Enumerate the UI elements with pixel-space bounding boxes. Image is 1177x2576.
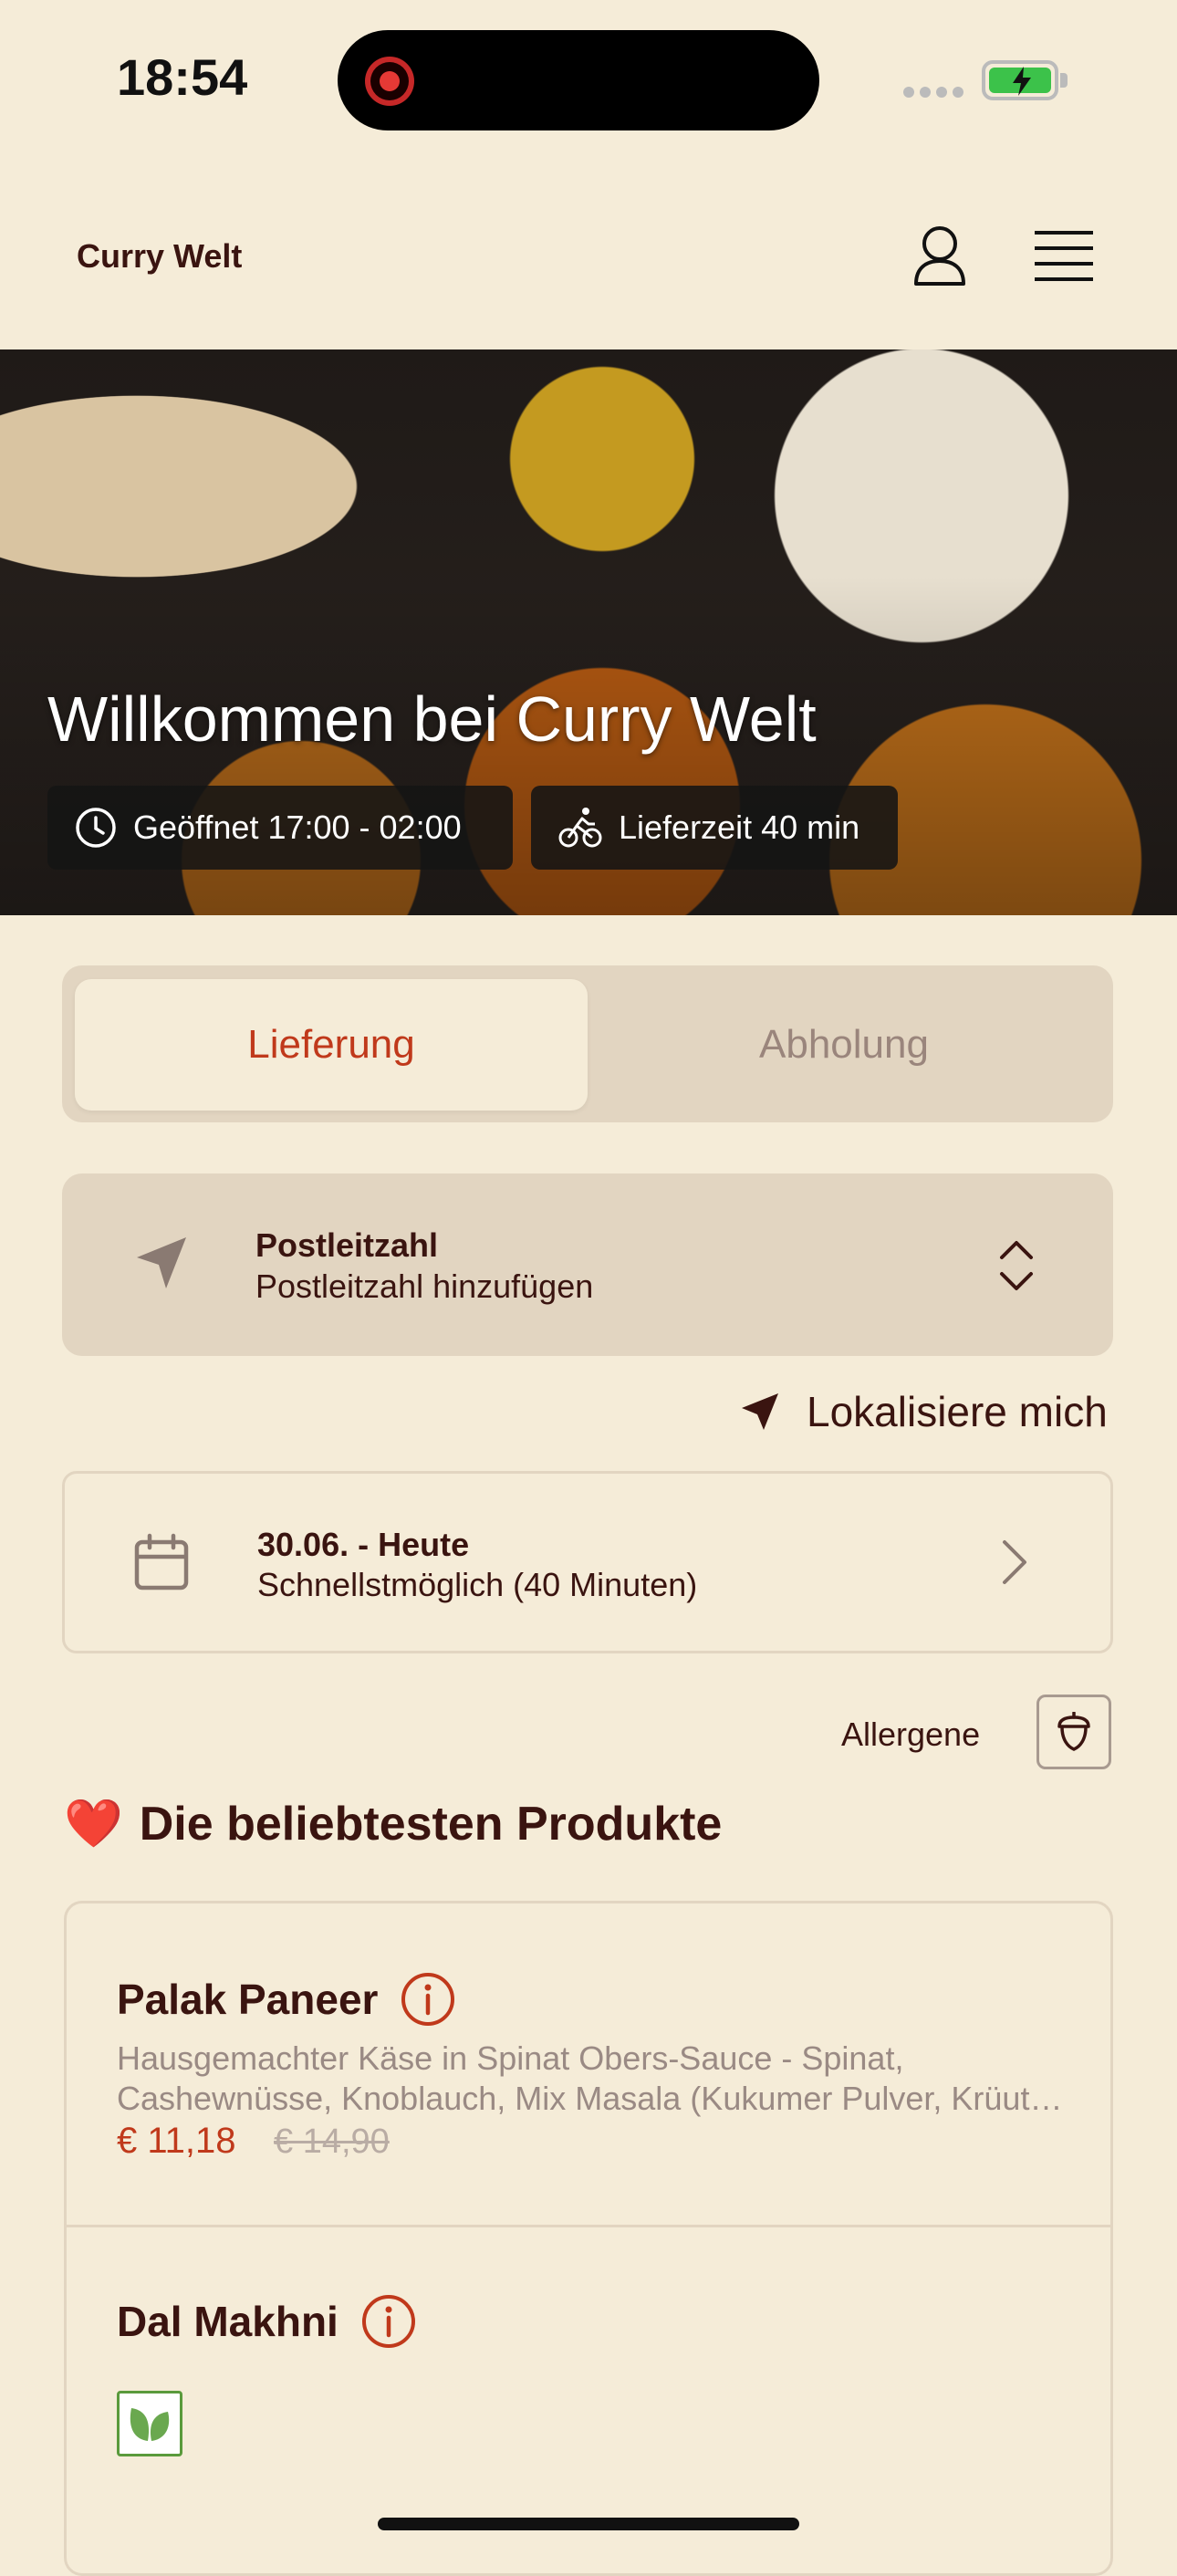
postcode-placeholder: Postleitzahl hinzufügen [255,1267,594,1305]
heart-icon: ❤️ [64,1798,123,1851]
delivery-date: 30.06. - Heute [257,1526,470,1563]
battery-icon [982,60,1058,100]
menu-button[interactable] [1029,219,1099,292]
brand-name[interactable]: Curry Welt [77,237,242,276]
tab-lieferung[interactable]: Lieferung [75,979,588,1111]
recording-indicator-icon [365,57,414,106]
list-divider [66,2225,1111,2227]
chevron-up-down-icon [1000,1241,1033,1290]
hero-title: Willkommen bei Curry Welt [47,683,817,755]
account-button[interactable] [903,215,976,296]
bicycle-courier-icon [558,808,602,848]
opening-hours-text: Geöffnet 17:00 - 02:00 [133,808,462,846]
opening-hours-badge: Geöffnet 17:00 - 02:00 [47,786,513,870]
leaf-icon [130,2408,170,2441]
delivery-time-badge: Lieferzeit 40 min [531,786,898,870]
product-description: Hausgemachter Käse in Spinat Obers-Sauce… [117,2039,1066,2117]
navigation-arrow-icon [742,1393,778,1430]
tab-abholung[interactable]: Abholung [588,979,1100,1111]
delivery-time-selector[interactable] [62,1471,1113,1653]
info-icon[interactable] [360,2293,417,2350]
product-old-price: € 14,90 [274,2122,390,2161]
location-arrow-icon [137,1237,186,1288]
user-icon [914,226,965,286]
clock-icon [76,808,116,848]
hamburger-menu-icon [1035,231,1093,281]
allergens-filter-button[interactable] [1036,1695,1111,1769]
delivery-time-text: Lieferzeit 40 min [619,808,860,846]
product-name[interactable]: Palak Paneer [117,1971,456,2028]
postcode-label: Postleitzahl [255,1226,439,1264]
product-title: Dal Makhni [117,2298,339,2345]
locate-me-button[interactable]: Lokalisiere mich [739,1387,1108,1436]
popular-products-heading: ❤️ Die beliebtesten Produkte [64,1796,722,1851]
battery-cap [1060,73,1068,88]
allergens-label: Allergene [841,1716,981,1753]
cellular-signal-icon [903,86,969,102]
chevron-right-icon [1003,1540,1026,1584]
status-time: 18:54 [117,48,248,106]
vegan-badge [117,2391,182,2456]
calendar-icon [134,1533,189,1590]
info-icon[interactable] [400,1971,456,2028]
postcode-selector[interactable] [62,1173,1113,1356]
delivery-time-option: Schnellstmöglich (40 Minuten) [257,1566,698,1603]
locate-me-label: Lokalisiere mich [807,1388,1108,1435]
product-name[interactable]: Dal Makhni [117,2293,417,2350]
hero-banner: Willkommen bei Curry Welt Geöffnet 17:00… [0,349,1177,915]
product-price: € 11,18 [117,2121,236,2161]
section-title: Die beliebtesten Produkte [139,1797,723,1851]
home-indicator[interactable] [378,2518,799,2530]
product-title: Palak Paneer [117,1976,379,2023]
acorn-allergen-icon [1057,1712,1090,1751]
